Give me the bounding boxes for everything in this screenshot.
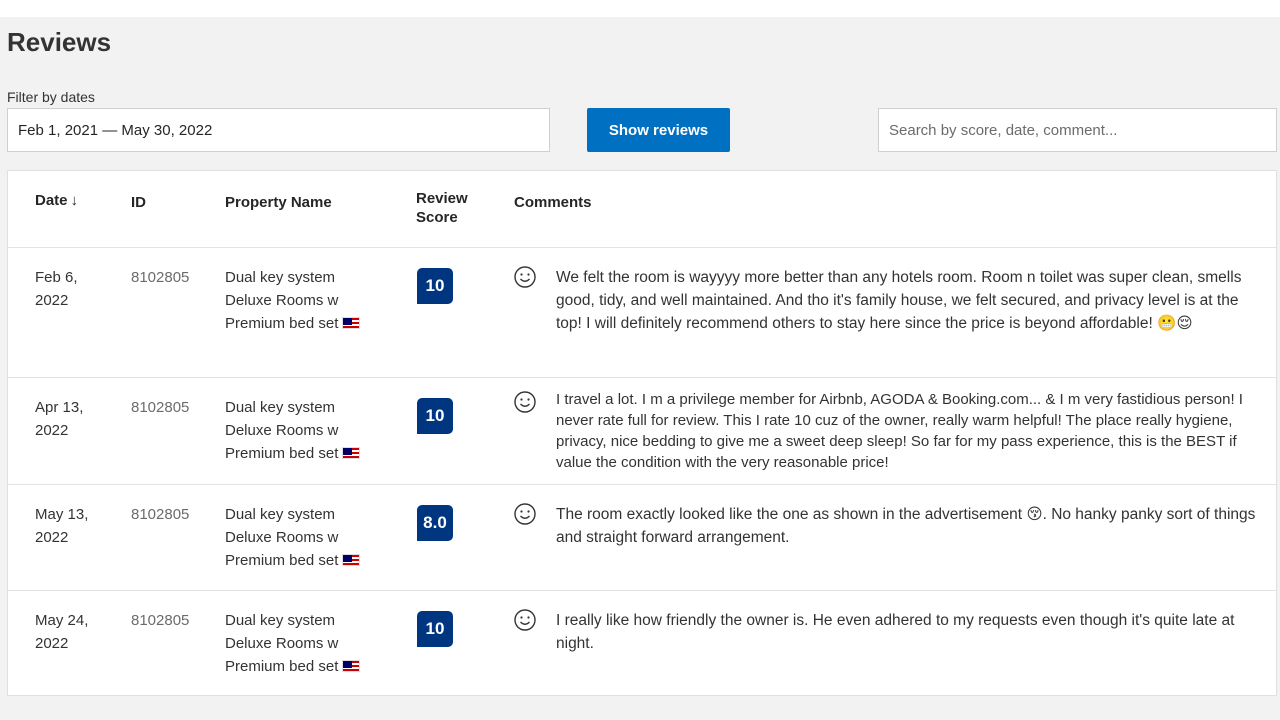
review-comment: I really like how friendly the owner is.… <box>556 612 1235 652</box>
review-date: Feb 6, 2022 <box>35 269 78 309</box>
reviews-table: Date ↓ ID Property Name Review Score Comm… <box>7 170 1277 696</box>
column-header-property: Property Name <box>225 194 332 211</box>
smiley-icon <box>514 391 536 413</box>
smiley-icon <box>514 503 536 525</box>
review-comment: The room exactly looked like the one as … <box>556 506 1256 546</box>
page-title: Reviews <box>7 27 112 57</box>
filter-label: Filter by dates <box>7 89 95 105</box>
review-comment: I travel a lot. I m a privilege member f… <box>556 391 1243 471</box>
table-row: May 24, 2022 8102805 Dual key system Delu… <box>8 591 1276 695</box>
malaysia-flag-icon <box>342 447 361 459</box>
malaysia-flag-icon <box>342 554 361 566</box>
arrow-down-icon: ↓ <box>70 192 79 209</box>
smiley-icon <box>514 266 536 288</box>
show-reviews-button[interactable]: Show reviews <box>587 108 730 152</box>
review-comment: We felt the room is wayyyy more better t… <box>556 269 1242 332</box>
review-id: 8102805 <box>131 399 190 416</box>
table-row: Feb 6, 2022 8102805 Dual key system Delux… <box>8 248 1276 378</box>
malaysia-flag-icon <box>342 660 361 672</box>
column-header-score: Review Score <box>416 190 468 226</box>
property-name: Dual key system Deluxe Rooms w Premium b… <box>225 266 361 335</box>
table-row: Apr 13, 2022 8102805 Dual key system Delu… <box>8 378 1276 485</box>
review-score-badge: 10 <box>417 268 453 304</box>
smiley-icon <box>514 609 536 631</box>
property-name: Dual key system Deluxe Rooms w Premium b… <box>225 396 361 465</box>
column-header-id: ID <box>131 194 146 211</box>
review-date: Apr 13, 2022 <box>35 399 84 439</box>
reviews-page: Reviews Filter by dates Show reviews Dat… <box>0 17 1280 720</box>
date-range-input[interactable] <box>7 108 550 152</box>
review-id: 8102805 <box>131 506 190 523</box>
property-name: Dual key system Deluxe Rooms w Premium b… <box>225 609 361 678</box>
review-score-badge: 10 <box>417 611 453 647</box>
review-date: May 13, 2022 <box>35 506 89 546</box>
review-score-badge: 10 <box>417 398 453 434</box>
malaysia-flag-icon <box>342 317 361 329</box>
search-input[interactable] <box>878 108 1277 152</box>
column-header-date[interactable]: Date ↓ <box>35 189 78 212</box>
review-date: May 24, 2022 <box>35 612 89 652</box>
column-header-comments: Comments <box>514 194 592 211</box>
property-name: Dual key system Deluxe Rooms w Premium b… <box>225 503 361 572</box>
review-id: 8102805 <box>131 612 190 629</box>
review-score-badge: 8.0 <box>417 505 453 541</box>
table-header-row: Date ↓ ID Property Name Review Score Comm… <box>8 171 1276 248</box>
table-row: May 13, 2022 8102805 Dual key system Delu… <box>8 485 1276 591</box>
review-id: 8102805 <box>131 269 190 286</box>
